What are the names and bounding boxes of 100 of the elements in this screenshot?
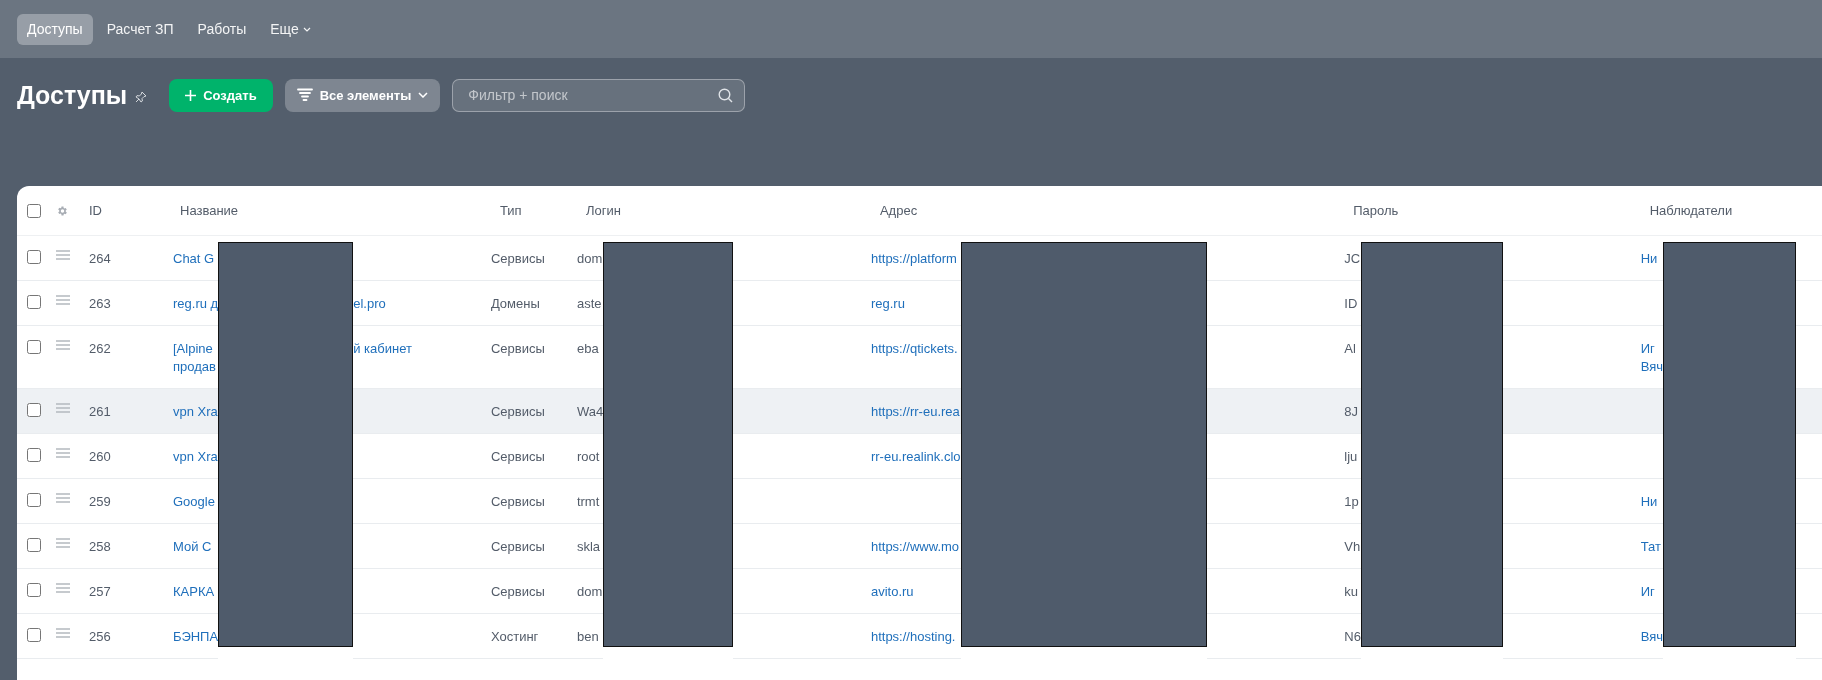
id-text: 262 (89, 340, 112, 358)
address-link[interactable]: https://rr-eu.rea (870, 403, 961, 421)
watcher-link[interactable]: Вяч (1640, 358, 1663, 376)
column-header: Наблюдатели (1648, 203, 1733, 218)
drag-handle-icon[interactable] (56, 403, 70, 413)
chevron-down-icon (418, 92, 429, 98)
type-text: Сервисы (490, 538, 546, 556)
login-text: ben (576, 628, 600, 646)
drag-handle-icon[interactable] (56, 295, 70, 305)
type-text: Хостинг (490, 628, 540, 646)
name-link[interactable]: reg.ru д (173, 295, 219, 313)
name-link[interactable]: vpn Xra (173, 448, 219, 466)
id-text: 264 (89, 250, 112, 268)
nav-tab[interactable]: Расчет ЗП (96, 13, 184, 45)
id-text: 257 (89, 583, 112, 601)
watcher-link[interactable]: Тат (1640, 538, 1663, 556)
watcher-link[interactable]: Иг (1640, 583, 1663, 601)
watcher-link[interactable]: Ни (1640, 250, 1663, 268)
name-link[interactable]: КАРКА (173, 583, 219, 601)
type-text: Домены (490, 295, 541, 313)
address-link[interactable]: https://www.mo (870, 538, 961, 556)
select-all-checkbox[interactable] (27, 203, 41, 218)
drag-handle-icon[interactable] (56, 250, 70, 260)
column-header: Адрес (878, 203, 918, 218)
create-button[interactable]: Создать (169, 78, 273, 112)
drag-handle-icon[interactable] (56, 448, 70, 458)
search-icon[interactable] (718, 87, 734, 103)
row-checkbox[interactable] (27, 493, 41, 507)
row-checkbox[interactable] (27, 250, 41, 264)
type-text: Сервисы (490, 493, 546, 511)
pin-icon[interactable] (135, 91, 148, 103)
watcher-link[interactable]: Иг (1640, 340, 1663, 358)
row-checkbox[interactable] (27, 403, 41, 417)
id-text: 259 (89, 493, 112, 511)
address-link[interactable]: rr-eu.realink.clo (870, 448, 961, 466)
id-text: 260 (89, 448, 112, 466)
id-text: 261 (89, 403, 112, 421)
address-link[interactable]: https://hosting. (870, 628, 961, 646)
type-text: Сервисы (490, 583, 546, 601)
name-link[interactable]: Chat G (173, 250, 219, 268)
login-text: trmt (576, 493, 601, 511)
page-title: Доступы (17, 80, 128, 110)
drag-handle-icon[interactable] (56, 538, 70, 548)
row-checkbox[interactable] (27, 295, 41, 309)
column-header: Логин (584, 203, 621, 218)
name-link[interactable]: el.pro (353, 295, 491, 313)
filter-icon (296, 88, 313, 102)
name-link[interactable]: [Alpine (173, 340, 219, 358)
row-checkbox[interactable] (27, 628, 41, 642)
column-header: Пароль (1352, 203, 1399, 218)
type-text: Сервисы (490, 340, 546, 358)
row-checkbox[interactable] (27, 538, 41, 552)
password-text: 1p (1344, 493, 1360, 511)
id-text: 256 (89, 628, 112, 646)
drag-handle-icon[interactable] (56, 340, 70, 350)
id-text: 263 (89, 295, 112, 313)
name-link[interactable]: продав (173, 358, 219, 376)
nav-tab[interactable]: Работы (187, 13, 257, 45)
column-header: Название (179, 203, 239, 218)
login-text: skla (576, 538, 602, 556)
login-text: Wa4 (576, 403, 604, 421)
address-link[interactable]: avito.ru (870, 583, 961, 601)
nav-tab[interactable]: Доступы (17, 13, 93, 45)
address-link[interactable]: https://platform (870, 250, 961, 268)
row-checkbox[interactable] (27, 340, 41, 354)
login-text: eba (576, 340, 600, 358)
drag-handle-icon[interactable] (56, 583, 70, 593)
drag-handle-icon[interactable] (56, 493, 70, 503)
watcher-link[interactable]: Ни (1640, 493, 1663, 511)
filter-dropdown[interactable]: Все элементы (284, 78, 441, 112)
type-text: Сервисы (490, 448, 546, 466)
type-text: Сервисы (490, 250, 546, 268)
login-text: dom (576, 583, 604, 601)
login-text: root (576, 448, 601, 466)
name-link[interactable]: vpn Xra (173, 403, 219, 421)
login-text: aste (576, 295, 603, 313)
password-text: Al (1344, 340, 1357, 358)
password-text: 8J (1344, 403, 1359, 421)
address-link[interactable]: https://qtickets. (870, 340, 961, 358)
name-link[interactable]: Мой С (173, 538, 219, 556)
drag-handle-icon[interactable] (56, 628, 70, 638)
column-header: Тип (498, 203, 522, 218)
plus-icon (185, 89, 197, 101)
id-text: 258 (89, 538, 112, 556)
password-text: JC (1344, 250, 1361, 268)
type-text: Сервисы (490, 403, 546, 421)
nav-tab[interactable]: Еще (260, 13, 321, 45)
row-checkbox[interactable] (27, 448, 41, 462)
name-link[interactable]: БЭНПА (173, 628, 219, 646)
password-text: N6 (1344, 628, 1361, 646)
name-link[interactable]: Google (173, 493, 219, 511)
login-text: dom (576, 250, 604, 268)
column-header: ID (88, 203, 102, 218)
password-text: ID (1344, 295, 1359, 313)
row-checkbox[interactable] (27, 583, 41, 597)
name-link[interactable]: й кабинет (353, 340, 491, 358)
password-text: Vh (1344, 538, 1361, 556)
password-text: lju (1344, 448, 1359, 466)
address-link[interactable]: reg.ru (870, 295, 961, 313)
watcher-link[interactable]: Вяч (1640, 628, 1663, 646)
